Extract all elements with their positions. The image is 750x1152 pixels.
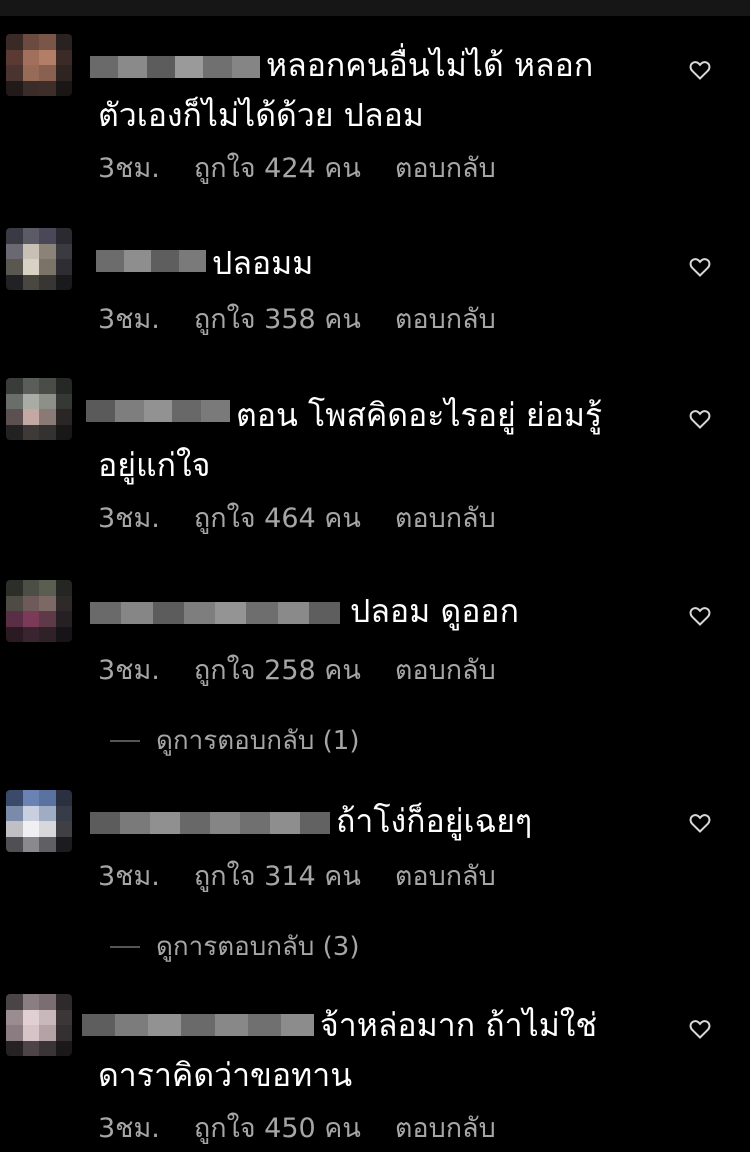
view-replies-label: ดูการตอบกลับ (1): [156, 726, 360, 756]
avatar[interactable]: [6, 34, 72, 96]
view-replies-button[interactable]: ดูการตอบกลับ (3): [110, 926, 359, 967]
likes-count[interactable]: ถูกใจ 358 คน: [194, 297, 361, 340]
comment-meta: 3ชม. ถูกใจ 358 คน ตอบกลับ: [98, 297, 496, 340]
divider-line: [110, 945, 140, 948]
view-replies-button[interactable]: ดูการตอบกลับ (1): [110, 720, 359, 761]
comment-text: จ้าหล่อมาก ถ้าไม่ใช่ ดาราคิดว่าขอทาน: [98, 1006, 598, 1094]
heart-outline-icon[interactable]: [688, 811, 712, 835]
comment-time: 3ชม.: [98, 1113, 160, 1144]
avatar[interactable]: [6, 228, 72, 290]
avatar[interactable]: [6, 994, 72, 1056]
avatar[interactable]: [6, 580, 72, 642]
comment-time: 3ชม.: [98, 153, 160, 184]
likes-count[interactable]: ถูกใจ 464 คน: [194, 496, 361, 539]
comment-meta: 3ชม. ถูกใจ 314 คน ตอบกลับ: [98, 854, 496, 897]
top-bar: [0, 0, 750, 16]
comment-meta: 3ชม. ถูกใจ 424 คน ตอบกลับ: [98, 146, 496, 189]
avatar[interactable]: [6, 378, 72, 440]
reply-button[interactable]: ตอบกลับ: [395, 496, 496, 539]
likes-count[interactable]: ถูกใจ 424 คน: [194, 146, 361, 189]
heart-outline-icon[interactable]: [688, 58, 712, 82]
comment-text: ถ้าโง่ก็อยู่เฉยๆ: [336, 802, 533, 840]
comment-text: ตอน โพสคิดอะไรอยู่ ย่อมรู้ อยู่แก่ใจ: [98, 396, 603, 484]
reply-button[interactable]: ตอบกลับ: [395, 297, 496, 340]
comment-time: 3ชม.: [98, 655, 160, 686]
likes-count[interactable]: ถูกใจ 258 คน: [194, 648, 361, 691]
reply-button[interactable]: ตอบกลับ: [395, 854, 496, 897]
heart-outline-icon[interactable]: [688, 255, 712, 279]
reply-button[interactable]: ตอบกลับ: [395, 648, 496, 691]
comment-time: 3ชม.: [98, 304, 160, 335]
avatar[interactable]: [6, 790, 72, 852]
comment-text: ปลอม ดูออก: [350, 592, 519, 630]
comment-meta: 3ชม. ถูกใจ 464 คน ตอบกลับ: [98, 496, 496, 539]
reply-button[interactable]: ตอบกลับ: [395, 146, 496, 189]
heart-outline-icon[interactable]: [688, 604, 712, 628]
comment-text: หลอกคนอื่นไม่ได้ หลอก ตัวเองก็ไม่ได้ด้วย…: [98, 46, 594, 134]
likes-count[interactable]: ถูกใจ 314 คน: [194, 854, 361, 897]
comment-meta: 3ชม. ถูกใจ 258 คน ตอบกลับ: [98, 648, 496, 691]
comment-time: 3ชม.: [98, 861, 160, 892]
view-replies-label: ดูการตอบกลับ (3): [156, 932, 360, 962]
heart-outline-icon[interactable]: [688, 1017, 712, 1041]
comment-time: 3ชม.: [98, 503, 160, 534]
comment-text: ปลอมม: [212, 244, 314, 282]
likes-count[interactable]: ถูกใจ 450 คน: [194, 1106, 361, 1149]
reply-button[interactable]: ตอบกลับ: [395, 1106, 496, 1149]
divider-line: [110, 739, 140, 742]
comment-meta: 3ชม. ถูกใจ 450 คน ตอบกลับ: [98, 1106, 496, 1149]
heart-outline-icon[interactable]: [688, 407, 712, 431]
